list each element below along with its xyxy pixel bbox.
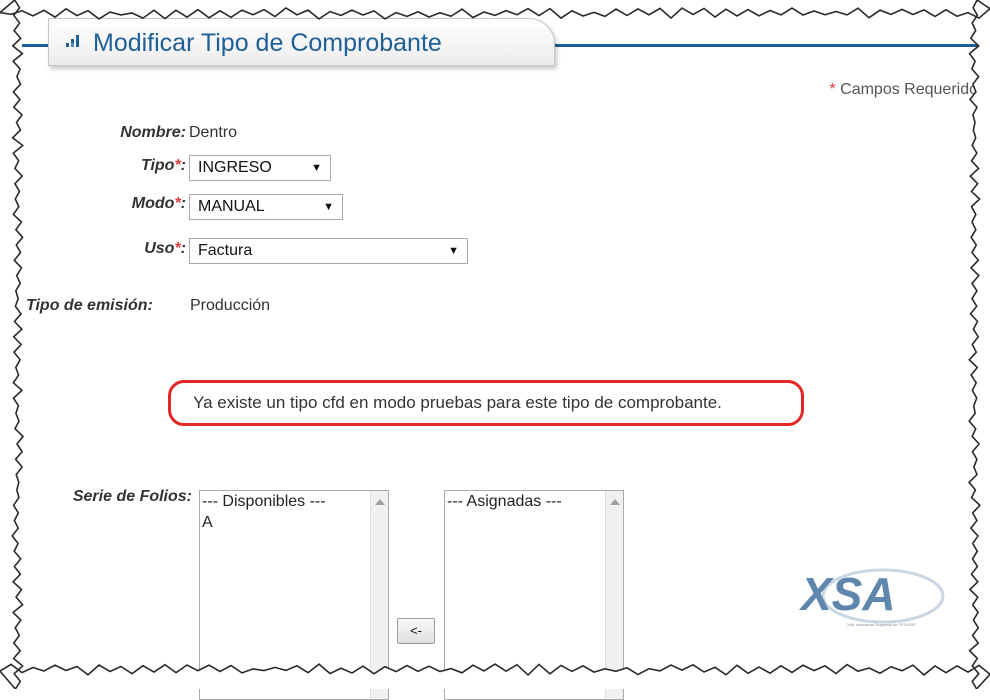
required-star: *: [829, 81, 836, 98]
tipo-label: Tipo*:: [141, 157, 186, 175]
move-left-button[interactable]: <-: [397, 618, 435, 644]
list-item[interactable]: A: [200, 512, 388, 533]
scroll-up-arrow-icon[interactable]: [375, 499, 385, 505]
logo-text: XSA: [798, 568, 896, 620]
required-fields-text: Campos Requeridos: [840, 81, 986, 98]
modo-label: Modo*:: [132, 195, 186, 213]
logo-tagline: XML Aplicación Asignada de CFDI/SAT: [847, 622, 917, 627]
dropdown-arrow-icon: ▼: [323, 201, 334, 213]
page-title: Modificar Tipo de Comprobante: [93, 29, 442, 57]
modo-select-value: MANUAL: [198, 198, 265, 215]
uso-select[interactable]: Factura ▼: [189, 238, 468, 264]
scrollbar[interactable]: [370, 491, 388, 699]
required-fields-note: * Campos Requeridos: [829, 81, 986, 99]
dropdown-arrow-icon: ▼: [311, 162, 322, 174]
tipo-select-value: INGRESO: [198, 159, 272, 176]
uso-select-value: Factura: [198, 242, 253, 259]
asignadas-listbox[interactable]: --- Asignadas ---: [444, 490, 624, 700]
xsa-logo: XSA XML Aplicación Asignada de CFDI/SAT: [798, 568, 945, 627]
bar-chart-icon: [66, 35, 79, 47]
uso-label: Uso*:: [144, 240, 186, 258]
uso-label-text: Uso: [144, 240, 175, 257]
modo-label-colon: :: [180, 195, 186, 212]
tipo-emision-value: Producción: [190, 297, 271, 314]
uso-label-colon: :: [180, 240, 186, 257]
alert-highlight: Ya existe un tipo cfd en modo pruebas pa…: [168, 380, 804, 426]
serie-folios-label: Serie de Folios:: [72, 488, 192, 505]
list-header: --- Asignadas ---: [447, 493, 562, 510]
scrollbar[interactable]: [605, 491, 623, 699]
disponibles-listbox[interactable]: --- Disponibles --- A: [199, 490, 389, 700]
page-title-tab: Modificar Tipo de Comprobante: [48, 18, 555, 66]
tipo-emision-label: Tipo de emisión:: [26, 297, 153, 314]
modo-label-text: Modo: [131, 195, 175, 212]
dropdown-arrow-icon: ▼: [448, 245, 459, 257]
nombre-label: Nombre:: [120, 124, 186, 141]
tipo-label-text: Tipo: [140, 157, 175, 174]
alert-message: Ya existe un tipo cfd en modo pruebas pa…: [193, 393, 722, 412]
modo-select[interactable]: MANUAL ▼: [189, 194, 343, 220]
list-header: --- Disponibles ---: [202, 493, 326, 510]
scroll-up-arrow-icon[interactable]: [610, 499, 620, 505]
tipo-label-colon: :: [180, 157, 186, 174]
tipo-select[interactable]: INGRESO ▼: [189, 155, 331, 181]
nombre-value: Dentro: [189, 124, 238, 141]
